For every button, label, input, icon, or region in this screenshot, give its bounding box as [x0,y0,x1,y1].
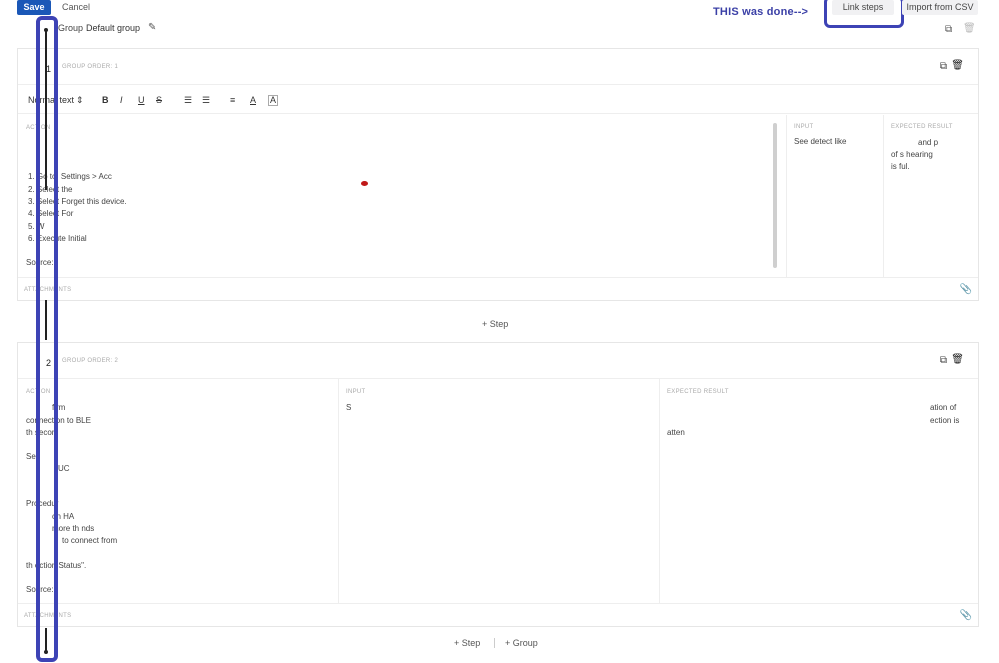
annotation-vertical-box [36,16,58,662]
clear-format-icon[interactable]: A [268,95,279,106]
timeline-dot [44,28,48,32]
step-card-2: 2 GROUP ORDER: 2 ⧉ 🗑 ACTION firm connect… [17,342,979,627]
group-order-label: GROUP ORDER: 1 [62,64,119,70]
column-divider [338,379,339,603]
timeline-line [45,300,47,340]
bold-button[interactable]: B [102,95,109,105]
column-divider [786,115,787,277]
import-csv-button[interactable]: Import from CSV [902,0,978,15]
edit-group-icon[interactable]: ✎ [148,22,156,33]
add-step-bottom-button[interactable]: + Step [454,638,480,648]
timeline-line [45,628,47,652]
input-label: INPUT [794,124,814,130]
action-line: Se [26,452,36,461]
group-name: Default group [86,23,141,33]
expected-label: EXPECTED RESULT [667,389,729,395]
attachments-row: ATTACHMENTS 📎 [18,277,978,301]
strikethrough-button[interactable]: S [156,95,162,105]
top-bar: Save Cancel THIS was done--> Link steps … [0,0,999,28]
expected-line: is ful. [891,162,910,171]
red-marker [361,181,368,186]
input-label: INPUT [346,389,366,395]
action-scrollbar[interactable] [773,123,777,268]
underline-button[interactable]: U [138,95,145,105]
input-line: See detect like [794,137,847,146]
expected-line: of s hearing [891,150,933,159]
add-step-button[interactable]: + Step [482,319,508,329]
column-divider [659,379,660,603]
expected-line: ation of [930,403,957,412]
group-order-label: GROUP ORDER: 2 [62,358,119,364]
expected-line: and p [918,138,939,147]
action-line: to connect from [62,536,118,545]
rich-text-toolbar: Normal text ⇕ B I U S ☰ ☰ ≡ A A [18,86,978,114]
cancel-button[interactable]: Cancel [62,2,90,12]
attach-icon[interactable]: 📎 [960,284,972,295]
step-header: 1 GROUP ORDER: 1 ⧉ 🗑 [18,49,978,85]
timeline-dot [44,650,48,654]
delete-step-icon[interactable]: 🗑 [951,60,964,71]
copy-step-icon[interactable]: ⧉ [940,355,947,366]
italic-button[interactable]: I [120,95,123,105]
attach-icon[interactable]: 📎 [960,610,972,621]
action-separator [494,638,495,648]
action-line: more th nds [52,524,95,533]
group-prefix: Group [58,23,84,33]
group-header: ⋮ Group Default group ✎ ⧉ 🗑 [30,20,980,38]
copy-group-icon[interactable]: ⧉ [945,24,952,35]
delete-step-icon[interactable]: 🗑 [951,354,964,365]
input-line: S [346,403,352,412]
annotation-text: THIS was done--> [713,6,809,18]
action-line: UC [58,464,70,473]
attachments-row: ATTACHMENTS 📎 [18,603,978,627]
step-header: 2 GROUP ORDER: 2 ⧉ 🗑 [18,343,978,379]
expected-label: EXPECTED RESULT [891,124,953,130]
add-group-button[interactable]: + Group [505,638,538,648]
expected-line: ection is [930,416,960,425]
save-button[interactable]: Save [17,0,51,15]
bullet-list-icon[interactable]: ☰ [202,95,210,106]
timeline-line [45,30,47,190]
text-color-icon[interactable]: A [250,95,256,105]
align-icon[interactable]: ≡ [230,95,235,105]
format-chevron-icon[interactable]: ⇕ [76,95,84,106]
copy-step-icon[interactable]: ⧉ [940,61,947,72]
column-divider [883,115,884,277]
delete-group-icon[interactable]: 🗑 [963,23,976,34]
ordered-list-icon[interactable]: ☰ [184,95,192,106]
expected-line: atten [667,428,685,437]
step-card-1: 1 GROUP ORDER: 1 ⧉ 🗑 Normal text ⇕ B I U… [17,48,979,301]
